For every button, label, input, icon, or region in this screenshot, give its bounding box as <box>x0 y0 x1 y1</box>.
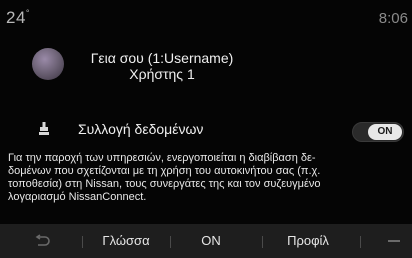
avatar[interactable] <box>32 48 64 80</box>
back-arrow-icon[interactable] <box>34 234 50 248</box>
bottom-separator <box>262 236 263 248</box>
info-line: λογαριασμό NissanConnect. <box>8 191 147 203</box>
profile-settings-screen: 24° 8:06 Γεια σου (1:Username) Χρήστης 1… <box>0 0 412 258</box>
bottom-bar: Γλώσσα ON Προφίλ <box>0 224 412 258</box>
clock: 8:06 <box>378 10 408 27</box>
temperature-readout: 24° <box>6 8 30 28</box>
more-icon[interactable] <box>388 240 400 242</box>
info-line: τοποθεσία) στη Nissan, τους συνεργάτες τ… <box>8 178 321 190</box>
greeting-text: Γεια σου (1:Username) <box>90 50 234 66</box>
toggle-state: ON <box>368 124 402 140</box>
user-greeting: Γεια σου (1:Username) Χρήστης 1 <box>72 50 252 82</box>
language-button[interactable]: Γλώσσα <box>86 224 166 258</box>
profile-button[interactable]: Προφίλ <box>270 224 346 258</box>
data-collection-toggle[interactable]: ON <box>352 122 404 142</box>
bottom-separator <box>360 236 361 248</box>
data-collection-icon <box>39 122 49 135</box>
temperature-value: 24 <box>6 8 26 27</box>
info-line: Για την παροχή των υπηρεσιών, ενεργοποιε… <box>8 152 316 164</box>
bottom-separator <box>170 236 171 248</box>
info-line: δομένων που σχετίζονται με τη χρήση του … <box>8 165 321 177</box>
bottom-separator <box>82 236 83 248</box>
data-collection-label: Συλλογή δεδομένων <box>78 121 204 137</box>
temperature-unit: ° <box>25 8 31 18</box>
data-collection-info: Για την παροχή των υπηρεσιών, ενεργοποιε… <box>8 152 408 204</box>
on-button[interactable]: ON <box>176 224 246 258</box>
user-name: Χρήστης 1 <box>129 66 195 82</box>
